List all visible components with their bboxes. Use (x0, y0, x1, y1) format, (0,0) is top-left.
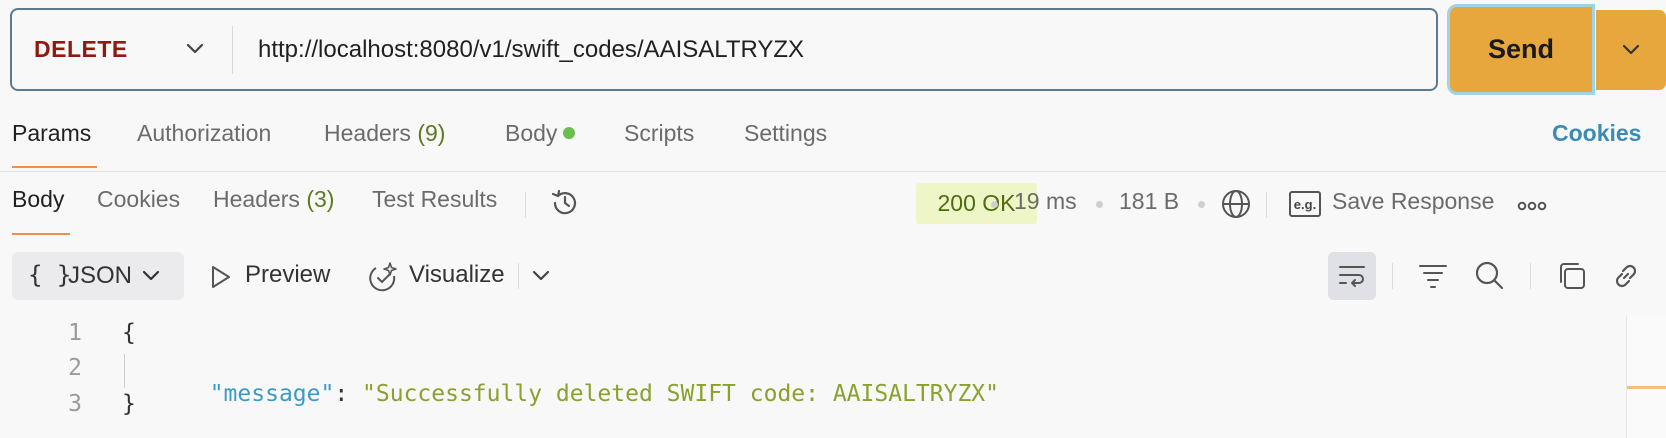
line-number: 2 (68, 355, 82, 381)
url-divider (232, 26, 233, 74)
chevron-down-icon (142, 270, 160, 281)
response-tab-cookies[interactable]: Cookies (97, 186, 180, 213)
chevron-down-icon (1622, 44, 1640, 55)
divider (1530, 263, 1531, 289)
cookies-link-label: Cookies (1552, 120, 1642, 146)
scrollbar[interactable] (1626, 316, 1666, 438)
wrap-lines-button[interactable] (1328, 252, 1376, 300)
json-colon: : (334, 381, 363, 407)
tab-body[interactable]: Body (505, 120, 576, 156)
separator-dot (991, 201, 998, 208)
response-size: 181 B (1119, 188, 1179, 215)
url-value: http://localhost:8080/v1/swift_codes/AAI… (258, 35, 805, 63)
headers-count: (3) (306, 186, 335, 212)
json-string-value: "Successfully deleted SWIFT code: AAISAL… (362, 381, 1000, 407)
json-key: "message" (209, 381, 335, 407)
filter-icon[interactable] (1418, 261, 1448, 289)
active-tab-indicator (12, 166, 97, 168)
wrap-lines-icon (1339, 266, 1365, 287)
tab-label: Settings (744, 120, 828, 146)
format-label: JSON (68, 262, 133, 289)
tab-label: Headers (324, 120, 411, 146)
line-number: 3 (68, 391, 82, 417)
more-options-icon[interactable] (1517, 201, 1547, 211)
tab-params[interactable]: Params (12, 120, 91, 156)
response-tab-headers[interactable]: Headers (3) (213, 186, 334, 213)
example-icon: e.g. (1289, 191, 1321, 217)
copy-icon[interactable] (1556, 260, 1588, 292)
tab-scripts[interactable]: Scripts (624, 120, 694, 156)
braces-icon: { } (28, 261, 72, 289)
divider (0, 171, 1666, 172)
play-icon (212, 266, 230, 288)
body-indicator-dot (563, 126, 576, 139)
cookies-link[interactable]: Cookies (1552, 120, 1641, 147)
save-response-button[interactable]: Save Response (1332, 188, 1494, 215)
active-tab-indicator (12, 233, 70, 235)
search-icon[interactable] (1473, 259, 1505, 291)
method-select[interactable]: DELETE (34, 10, 128, 89)
tab-label: Scripts (624, 120, 695, 146)
response-tab-body[interactable]: Body (12, 186, 64, 213)
send-label: Send (1487, 34, 1554, 64)
response-time-value: 19 ms (1014, 188, 1077, 214)
history-icon[interactable] (549, 187, 581, 219)
tab-label: Test Results (372, 186, 498, 212)
separator-dot (1096, 201, 1103, 208)
url-input[interactable]: http://localhost:8080/v1/swift_codes/AAI… (258, 10, 804, 89)
visualize-label: Visualize (409, 261, 505, 288)
divider (1266, 192, 1267, 218)
tab-label: Body (12, 186, 65, 212)
json-open-brace: { (122, 320, 136, 346)
json-line: "message": "Successfully deleted SWIFT c… (182, 355, 999, 407)
json-close-brace: } (122, 391, 136, 417)
chevron-down-icon[interactable] (530, 265, 552, 287)
tab-label: Params (12, 120, 92, 146)
method-label: DELETE (34, 36, 128, 62)
divider (525, 192, 526, 218)
status-code: 200 OK (937, 190, 1016, 216)
globe-icon[interactable] (1220, 188, 1252, 220)
indent-guide (124, 354, 125, 388)
link-icon[interactable] (1610, 260, 1642, 292)
tab-label: Authorization (137, 120, 272, 146)
response-tab-test-results[interactable]: Test Results (372, 186, 497, 213)
chevron-down-icon[interactable] (184, 38, 206, 60)
tab-headers[interactable]: Headers (9) (324, 120, 445, 156)
url-bar: DELETE http://localhost:8080/v1/swift_co… (10, 8, 1438, 91)
example-icon-label: e.g. (1293, 196, 1317, 212)
send-options-button[interactable] (1596, 10, 1666, 90)
preview-label: Preview (245, 261, 331, 288)
response-size-value: 181 B (1119, 188, 1180, 214)
sparkle-icon (369, 262, 397, 292)
tab-settings[interactable]: Settings (744, 120, 827, 156)
scrollbar-marker (1627, 386, 1666, 389)
format-select[interactable]: { } JSON (12, 252, 184, 300)
response-time: 19 ms (1014, 188, 1077, 215)
tab-label: Cookies (97, 186, 181, 212)
divider (518, 263, 519, 289)
headers-count: (9) (417, 120, 446, 146)
save-response-label: Save Response (1332, 188, 1495, 214)
tab-label: Body (505, 120, 558, 146)
divider (1392, 263, 1393, 289)
tab-label: Headers (213, 186, 300, 212)
line-number: 1 (68, 320, 82, 346)
tab-authorization[interactable]: Authorization (137, 120, 271, 156)
separator-dot (1198, 201, 1205, 208)
send-button[interactable]: Send (1450, 7, 1592, 92)
